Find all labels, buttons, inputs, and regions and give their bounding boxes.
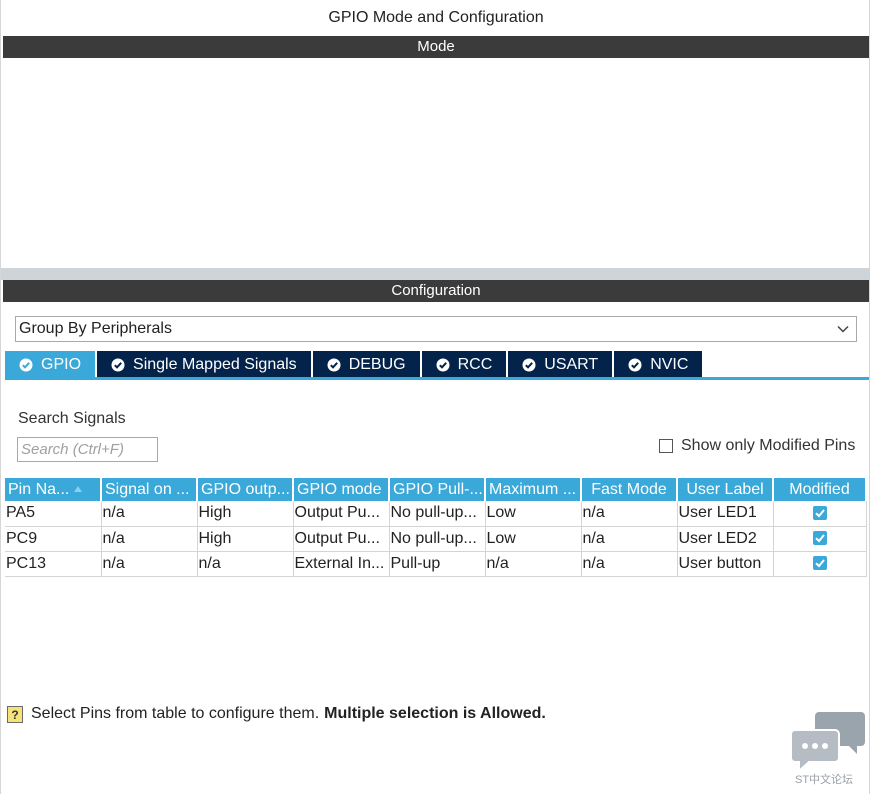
group-by-value: Group By Peripherals: [19, 320, 172, 337]
modified-checkbox[interactable]: [812, 556, 827, 571]
modified-checkbox[interactable]: [812, 531, 827, 546]
chevron-down-icon: [837, 325, 849, 333]
column-header-maximum[interactable]: Maximum ...: [485, 478, 582, 501]
cell-user-label[interactable]: User LED2: [677, 526, 774, 552]
cell-maximum[interactable]: n/a: [485, 551, 582, 577]
show-modified-label: Show only Modified Pins: [681, 437, 856, 454]
cell-gpio-mode[interactable]: External In...: [293, 551, 390, 577]
tab-nvic[interactable]: NVIC: [614, 351, 705, 378]
tab-underline: [5, 377, 869, 380]
mode-area: [3, 58, 869, 268]
table-row[interactable]: PA5 n/a High Output Pu... No pull-up... …: [5, 501, 867, 527]
tab-gpio[interactable]: GPIO: [5, 351, 98, 378]
svg-text:?: ?: [11, 708, 18, 722]
tab-usart[interactable]: USART: [508, 351, 615, 378]
cell-gpio-mode[interactable]: Output Pu...: [293, 501, 390, 527]
checkmark-icon: [814, 559, 825, 568]
checkmark-icon: [814, 509, 825, 518]
cell-modified[interactable]: [773, 526, 867, 552]
tab-single-mapped-signals[interactable]: Single Mapped Signals: [97, 351, 313, 378]
table-row[interactable]: PC9 n/a High Output Pu... No pull-up... …: [5, 526, 867, 552]
tab-label: DEBUG: [348, 356, 406, 373]
tab-label: Single Mapped Signals: [133, 356, 297, 373]
search-signals-label: Search Signals: [18, 410, 126, 427]
mode-section-header: Mode: [3, 36, 869, 58]
table-header-row: Pin Na... Signal on ... GPIO outp... GPI…: [5, 478, 867, 501]
tab-label: NVIC: [650, 356, 689, 373]
cell-gpio-output[interactable]: High: [197, 526, 294, 552]
tab-label: GPIO: [41, 356, 82, 373]
check-circle-icon: [522, 358, 536, 371]
column-header-gpio-mode[interactable]: GPIO mode: [293, 478, 390, 501]
splitter[interactable]: [1, 268, 870, 280]
check-circle-icon: [111, 358, 125, 371]
column-header-pin[interactable]: Pin Na...: [5, 478, 102, 501]
cell-signal[interactable]: n/a: [101, 501, 198, 527]
cell-pin[interactable]: PC9: [5, 526, 102, 552]
cell-gpio-pull[interactable]: No pull-up...: [389, 501, 486, 527]
checkmark-icon: [814, 534, 825, 543]
cell-signal[interactable]: n/a: [101, 526, 198, 552]
hint-bold-text: Multiple selection is Allowed.: [324, 705, 546, 722]
cell-pin[interactable]: PA5: [5, 501, 102, 527]
check-circle-icon: [19, 358, 33, 371]
configuration-section-header: Configuration: [3, 280, 869, 302]
sort-ascending-icon: [74, 486, 83, 493]
check-circle-icon: [436, 358, 450, 371]
cell-gpio-output[interactable]: n/a: [197, 551, 294, 577]
tab-debug[interactable]: DEBUG: [312, 351, 422, 378]
tab-label: USART: [544, 356, 599, 373]
modified-checkbox[interactable]: [812, 506, 827, 521]
show-modified-toggle[interactable]: Show only Modified Pins: [659, 437, 855, 455]
cell-pin[interactable]: PC13: [5, 551, 102, 577]
search-input[interactable]: [17, 437, 158, 462]
show-modified-checkbox[interactable]: [659, 439, 673, 453]
cell-gpio-pull[interactable]: Pull-up: [389, 551, 486, 577]
column-header-signal[interactable]: Signal on ...: [101, 478, 198, 501]
column-header-gpio-output[interactable]: GPIO outp...: [197, 478, 294, 501]
cell-maximum[interactable]: Low: [485, 526, 582, 552]
cell-user-label[interactable]: User button: [677, 551, 774, 577]
tab-rcc[interactable]: RCC: [421, 351, 509, 378]
group-by-select[interactable]: Group By Peripherals: [15, 316, 857, 342]
cell-gpio-output[interactable]: High: [197, 501, 294, 527]
cell-fast-mode[interactable]: n/a: [581, 501, 678, 527]
column-header-modified[interactable]: Modified: [773, 478, 867, 501]
check-circle-icon: [327, 358, 341, 371]
selection-hint: ? Select Pins from table to configure th…: [7, 705, 546, 723]
gpio-config-panel: GPIO Mode and Configuration Mode Configu…: [0, 0, 870, 794]
cell-fast-mode[interactable]: n/a: [581, 526, 678, 552]
cell-gpio-mode[interactable]: Output Pu...: [293, 526, 390, 552]
tab-label: RCC: [457, 356, 493, 373]
cell-modified[interactable]: [773, 551, 867, 577]
question-help-icon: ?: [7, 705, 23, 723]
column-header-gpio-pull[interactable]: GPIO Pull-...: [389, 478, 486, 501]
peripheral-tabs: GPIO Single Mapped Signals DEBUG RCC USA…: [5, 351, 705, 378]
cell-fast-mode[interactable]: n/a: [581, 551, 678, 577]
watermark-text: ST中文论坛: [795, 774, 854, 786]
cell-gpio-pull[interactable]: No pull-up...: [389, 526, 486, 552]
cell-user-label[interactable]: User LED1: [677, 501, 774, 527]
cell-signal[interactable]: n/a: [101, 551, 198, 577]
table-row[interactable]: PC13 n/a n/a External In... Pull-up n/a …: [5, 551, 867, 577]
check-circle-icon: [628, 358, 642, 371]
hint-text: Select Pins from table to configure them…: [31, 705, 320, 722]
panel-title: GPIO Mode and Configuration: [328, 9, 544, 26]
cell-maximum[interactable]: Low: [485, 501, 582, 527]
signals-table: Pin Na... Signal on ... GPIO outp... GPI…: [5, 478, 867, 577]
column-header-user-label[interactable]: User Label: [677, 478, 774, 501]
cell-modified[interactable]: [773, 501, 867, 527]
column-header-fast-mode[interactable]: Fast Mode: [581, 478, 678, 501]
